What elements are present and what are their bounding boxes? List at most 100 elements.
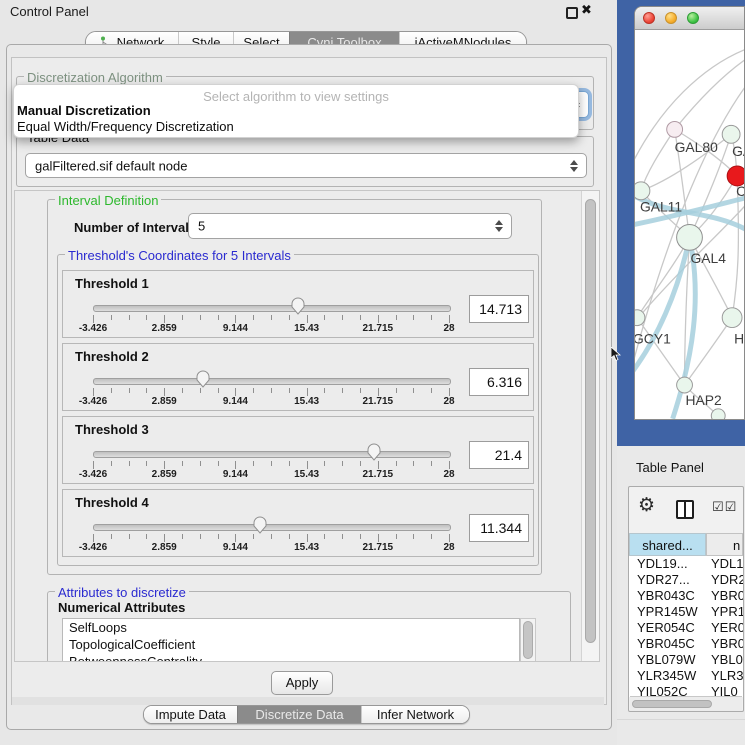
scrollbar-thumb[interactable]	[632, 700, 712, 708]
network-node[interactable]	[677, 225, 703, 251]
close-traffic-light-icon[interactable]	[643, 12, 655, 24]
network-node[interactable]	[635, 182, 650, 200]
table-row[interactable]: YPR145W YPR1	[629, 604, 743, 620]
threshold-coordinates-group: Threshold's Coordinates for 5 Intervals …	[57, 254, 539, 566]
table-row[interactable]: YDL19... YDL1	[629, 556, 743, 572]
cell-shared-name: YDL19...	[637, 556, 688, 572]
network-canvas[interactable]: GAL80 GA C GAL11 GAL4 GCY1 H HAP2	[635, 30, 744, 420]
threshold-value-field[interactable]: 6.316	[469, 368, 529, 396]
attribute-item-selfloops[interactable]: SelfLoops	[63, 619, 519, 636]
tab-label: Impute Data	[155, 707, 226, 722]
mouse-cursor	[611, 347, 622, 362]
threshold-coordinates-group-title: Threshold's Coordinates for 5 Intervals	[65, 248, 294, 263]
numerical-attributes-label: Numerical Attributes	[58, 600, 185, 615]
table-data-combobox[interactable]: galFiltered.sif default node	[25, 153, 587, 178]
node-label-hap2: HAP2	[686, 392, 722, 408]
cell-shared-name: YPR145W	[637, 604, 698, 620]
network-node[interactable]	[667, 121, 683, 137]
slider-thumb[interactable]	[291, 297, 305, 315]
table-data-group: Table Data galFiltered.sif default node	[16, 136, 594, 187]
number-of-intervals-combobox[interactable]: 5	[188, 213, 512, 239]
slider-tick-labels: -3.4262.8599.14415.4321.71528	[93, 469, 449, 481]
float-window-icon[interactable]	[566, 7, 578, 19]
network-node[interactable]	[677, 377, 693, 393]
slider-tick-labels: -3.4262.8599.14415.4321.71528	[93, 323, 449, 335]
cell-shared-name: YBR045C	[637, 636, 695, 652]
settings-gear-icon[interactable]: ⚙	[638, 496, 655, 515]
slider-track[interactable]	[93, 305, 451, 312]
network-view-window: GAL80 GA C GAL11 GAL4 GCY1 H HAP2	[634, 6, 745, 420]
slider-track[interactable]	[93, 524, 451, 531]
tab-discretize-data[interactable]: Discretize Data	[237, 706, 361, 723]
column-header-2[interactable]: n	[706, 533, 743, 556]
node-label-ga: GA	[732, 143, 744, 159]
interval-definition-group: Interval Definition Number of Intervals …	[47, 199, 542, 575]
table-panel-title: Table Panel	[636, 460, 704, 475]
cell-name: YPR1	[711, 604, 743, 620]
network-window-titlebar[interactable]	[635, 7, 744, 30]
node-table-panel: ⚙ ☑☑ shared...n YDL19... YDL1YDR27...YDR2…	[628, 486, 744, 712]
control-panel-title: Control Panel	[10, 4, 89, 19]
scrollbar-thumb[interactable]	[523, 621, 533, 659]
panel-footer-band	[12, 697, 604, 705]
combobox-arrows-icon	[570, 160, 578, 172]
cell-name: YLR3	[711, 668, 743, 684]
slider-thumb[interactable]	[253, 516, 267, 534]
attribute-item-topologicalcoefficient[interactable]: TopologicalCoefficient	[63, 636, 519, 653]
cell-name: YER0	[711, 620, 743, 636]
table-row[interactable]: YBR045CYBR0	[629, 636, 743, 652]
close-icon[interactable]: ✖	[581, 3, 592, 18]
number-of-intervals-label: Number of Intervals	[74, 220, 196, 235]
slider-track[interactable]	[93, 451, 451, 458]
table-row[interactable]: YDR27...YDR2	[629, 572, 743, 588]
node-label-gal4: GAL4	[690, 250, 726, 266]
column-header-1[interactable]: shared...	[629, 533, 706, 556]
scrollbar-thumb[interactable]	[585, 199, 596, 643]
threshold-value-field[interactable]: 11.344	[469, 514, 529, 542]
slider-tick-labels: -3.4262.8599.14415.4321.71528	[93, 542, 449, 554]
table-row[interactable]: YBR043CYBR0	[629, 588, 743, 604]
network-node[interactable]	[722, 125, 740, 143]
threshold-label: Threshold 3	[75, 422, 149, 437]
node-label-h: H	[734, 330, 744, 346]
zoom-traffic-light-icon[interactable]	[687, 12, 699, 24]
cell-shared-name: YBR043C	[637, 588, 695, 604]
divider	[617, 719, 745, 720]
algorithm-option-manual-discretization[interactable]: Manual Discretization	[17, 103, 151, 118]
tab-label: Discretize Data	[255, 707, 343, 722]
threshold-panel-1: Threshold 1 -3.4262.8599.14415.4321.71528…	[62, 270, 534, 338]
tab-impute-data[interactable]: Impute Data	[144, 706, 237, 723]
number-of-intervals-value: 5	[198, 219, 205, 234]
algorithm-option-equal-width-frequency-discretization[interactable]: Equal Width/Frequency Discretization	[17, 119, 234, 134]
node-label-gcy1: GCY1	[635, 330, 671, 346]
threshold-label: Threshold 1	[75, 276, 149, 291]
threshold-value-field[interactable]: 21.4	[469, 441, 529, 469]
threshold-label: Threshold 4	[75, 495, 149, 510]
attributes-list-scrollbar[interactable]	[520, 618, 536, 662]
split-columns-icon[interactable]	[676, 500, 694, 519]
apply-button[interactable]: Apply	[271, 671, 333, 695]
table-horizontal-scrollbar[interactable]	[630, 696, 742, 711]
table-row[interactable]: YLR345W YLR3	[629, 668, 743, 684]
algorithm-prompt-option[interactable]: Select algorithm to view settings	[14, 89, 578, 104]
settings-vertical-scrollbar[interactable]	[581, 191, 600, 661]
node-label-gal80: GAL80	[675, 139, 718, 155]
table-row[interactable]: YBL079WYBL0	[629, 652, 743, 668]
slider-thumb[interactable]	[367, 443, 381, 461]
cell-name: YBL0	[711, 652, 743, 668]
table-row[interactable]: YER054CYER0	[629, 620, 743, 636]
slider-thumb[interactable]	[196, 370, 210, 388]
attribute-item-betweennesscentrality[interactable]: BetweennessCentrality	[63, 653, 519, 662]
table-body: YDL19... YDL1YDR27...YDR2YBR043CYBR0YPR14…	[629, 556, 743, 697]
threshold-value-field[interactable]: 14.713	[469, 295, 529, 323]
network-node[interactable]	[711, 409, 725, 420]
cell-shared-name: YLR345W	[637, 668, 696, 684]
network-node[interactable]	[722, 308, 742, 328]
node-label-gal11: GAL11	[640, 199, 682, 215]
node-label-c: C	[736, 183, 744, 199]
cell-name: YDL1	[711, 556, 743, 572]
minimize-traffic-light-icon[interactable]	[665, 12, 677, 24]
slider-track[interactable]	[93, 378, 451, 385]
select-columns-icon[interactable]: ☑☑	[712, 500, 737, 515]
tab-infer-network[interactable]: Infer Network	[361, 706, 469, 723]
